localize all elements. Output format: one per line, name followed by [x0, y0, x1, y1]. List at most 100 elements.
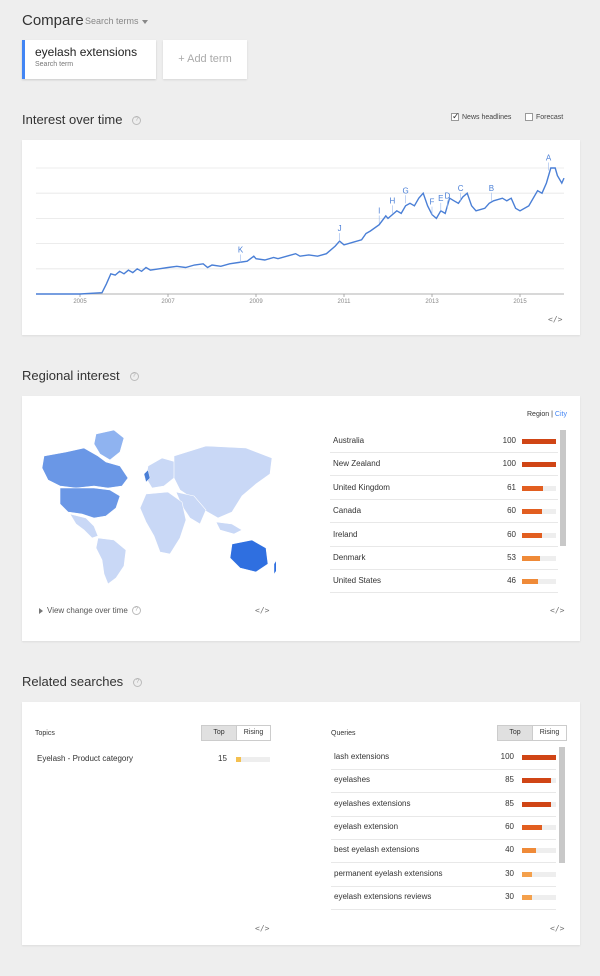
topic-name: Eyelash - Product category — [37, 754, 134, 763]
regional-scrollbar[interactable] — [560, 430, 566, 546]
news-annotation[interactable]: D — [445, 191, 451, 200]
news-annotation[interactable]: C — [458, 184, 464, 193]
region-value: 100 — [502, 436, 516, 445]
x-tick-label: 2009 — [249, 299, 263, 305]
topics-rising-tab[interactable]: Rising — [236, 726, 270, 740]
news-headlines-checkbox[interactable]: News headlines — [451, 111, 511, 122]
region-name: Ireland — [333, 529, 358, 539]
embed-code-icon[interactable]: </> — [255, 924, 269, 933]
news-annotation[interactable]: I — [378, 206, 380, 215]
topic-row[interactable]: Eyelash - Product category 15 — [34, 750, 270, 768]
query-row[interactable]: eyelashes 85 — [331, 770, 556, 794]
region-row[interactable]: Canada 60 — [330, 500, 558, 524]
queries-top-rising-toggle[interactable]: Top Rising — [497, 725, 567, 741]
queries-scrollbar[interactable] — [559, 747, 565, 863]
help-icon[interactable]: ? — [129, 372, 139, 382]
city-toggle[interactable]: City — [555, 411, 567, 418]
topics-top-tab[interactable]: Top — [202, 726, 236, 740]
region-row[interactable]: United Kingdom 61 — [330, 477, 558, 500]
related-searches-title: Related searches? — [22, 674, 143, 689]
add-term-button[interactable]: + Add term — [163, 40, 247, 79]
embed-code-icon[interactable]: </> — [255, 606, 269, 615]
checkbox-unchecked-icon[interactable] — [525, 113, 533, 121]
view-change-over-time[interactable]: View change over time? — [39, 606, 141, 616]
news-annotation[interactable]: E — [438, 194, 443, 203]
region-bar — [522, 509, 543, 515]
regional-interest-label: Regional interest — [22, 368, 120, 383]
world-map[interactable] — [36, 426, 276, 586]
region-name: Canada — [333, 506, 362, 516]
query-bar — [522, 848, 536, 854]
query-name: eyelashes — [334, 775, 371, 785]
help-icon[interactable]: ? — [133, 678, 143, 688]
news-annotation[interactable]: K — [238, 246, 244, 255]
query-bar — [522, 894, 533, 900]
query-bar-track — [522, 824, 556, 830]
region-bar — [522, 579, 538, 585]
query-bar-track — [522, 778, 556, 784]
interest-over-time-title: Interest over time? — [22, 112, 142, 127]
region-row[interactable]: New Zealand 100 — [330, 453, 558, 477]
compare-title: Compare — [22, 12, 84, 29]
news-annotation[interactable]: G — [402, 186, 408, 195]
help-icon[interactable]: ? — [132, 116, 142, 126]
query-bar — [522, 755, 556, 760]
topics-heading: Topics — [35, 730, 55, 737]
query-value: 40 — [505, 845, 514, 855]
region-bar — [522, 462, 556, 468]
topics-top-rising-toggle[interactable]: Top Rising — [201, 725, 271, 741]
checkbox-checked-icon[interactable] — [451, 111, 460, 122]
queries-top-tab[interactable]: Top — [498, 726, 532, 740]
region-bar — [522, 556, 541, 561]
query-row[interactable]: best eyelash extensions 40 — [331, 840, 556, 864]
query-bar — [522, 871, 533, 877]
region-name: United Kingdom — [333, 482, 390, 492]
region-bar-track — [522, 532, 556, 538]
query-row[interactable]: eyelashes extensions 85 — [331, 794, 556, 817]
news-annotation[interactable]: B — [489, 184, 494, 193]
help-icon[interactable]: ? — [131, 606, 141, 616]
query-bar-track — [522, 871, 556, 877]
embed-code-icon[interactable]: </> — [548, 315, 562, 324]
queries-rising-tab[interactable]: Rising — [532, 726, 566, 740]
x-tick-label: 2015 — [513, 299, 527, 305]
region-city-toggle[interactable]: Region | City — [527, 411, 567, 418]
play-icon — [39, 607, 43, 614]
query-row[interactable]: permanent eyelash extensions 30 — [331, 864, 556, 887]
region-row[interactable]: United States 46 — [330, 570, 558, 594]
region-row[interactable]: Ireland 60 — [330, 524, 558, 547]
embed-code-icon[interactable]: </> — [550, 924, 564, 933]
embed-code-icon[interactable]: </> — [550, 606, 564, 615]
topic-bar-track — [236, 757, 270, 762]
search-term-card[interactable]: eyelash extensions Search term — [22, 40, 156, 79]
map-greenland — [93, 429, 125, 461]
query-name: lash extensions — [334, 752, 390, 761]
series-line — [36, 167, 565, 295]
map-australia — [229, 539, 269, 573]
query-bar — [522, 778, 551, 784]
region-row[interactable]: Denmark 53 — [330, 547, 558, 570]
news-annotation[interactable]: H — [390, 196, 396, 205]
news-annotation[interactable]: F — [430, 198, 435, 207]
region-toggle[interactable]: Region — [527, 411, 549, 418]
search-terms-dropdown[interactable]: Search terms — [85, 16, 148, 26]
query-value: 85 — [505, 775, 514, 785]
query-row[interactable]: lash extensions 100 — [331, 747, 556, 770]
region-row[interactable]: Australia 100 — [330, 430, 558, 453]
query-bar-track — [522, 848, 556, 854]
region-value: 61 — [507, 482, 516, 492]
topic-value: 15 — [218, 754, 227, 763]
search-term-type: Search term — [35, 61, 74, 68]
region-bar-track — [522, 485, 556, 491]
query-row[interactable]: eyelash extension 60 — [331, 817, 556, 840]
query-value: 30 — [505, 891, 514, 901]
query-name: eyelash extension — [334, 821, 399, 831]
region-value: 100 — [502, 459, 516, 469]
query-bar — [522, 824, 543, 830]
news-annotation[interactable]: A — [546, 154, 552, 163]
news-annotation[interactable]: J — [338, 224, 342, 233]
forecast-checkbox[interactable]: Forecast — [525, 113, 563, 121]
query-row[interactable]: eyelash extensions reviews 30 — [331, 887, 556, 910]
map-southeast-asia — [215, 521, 243, 535]
query-bar-track — [522, 801, 556, 807]
